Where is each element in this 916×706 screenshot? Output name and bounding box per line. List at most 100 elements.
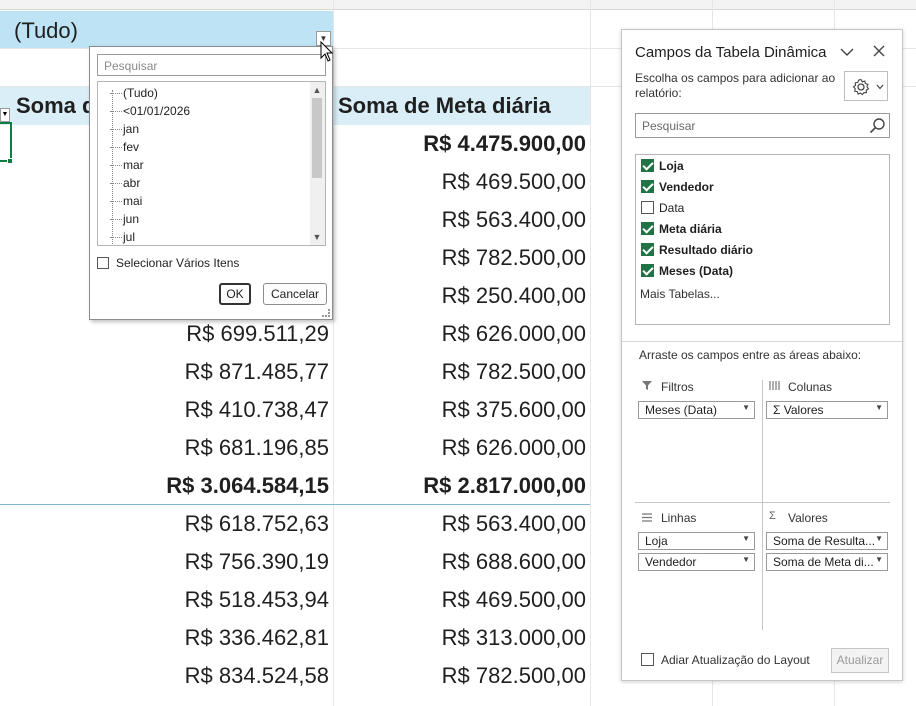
tree-connector [110, 93, 122, 95]
filter-list-item[interactable]: fev [110, 140, 139, 154]
pane-divider [622, 341, 904, 342]
chevron-down-icon: ▼ [742, 534, 750, 543]
meta-cell[interactable]: R$ 626.000,00 [442, 321, 586, 347]
result-cell[interactable]: R$ 618.752,63 [185, 511, 329, 537]
filter-item-label: abr [123, 176, 141, 190]
filter-popup: Pesquisar (Tudo) <01/01/2026 jan fev mar abr m… [89, 46, 333, 320]
meta-cell[interactable]: R$ 563.400,00 [442, 511, 586, 537]
result-cell[interactable]: R$ 336.462,81 [185, 625, 329, 651]
field-checkbox[interactable] [641, 243, 654, 256]
result-cell[interactable]: R$ 410.738,47 [185, 397, 329, 423]
result-cell[interactable]: R$ 3.064.584,15 [166, 473, 329, 499]
scroll-up-icon[interactable]: ▲ [312, 84, 322, 96]
cancel-button[interactable]: Cancelar [263, 283, 327, 305]
meta-cell[interactable]: R$ 250.400,00 [442, 283, 586, 309]
columns-area-title: Colunas [788, 380, 833, 394]
popup-search-input[interactable]: Pesquisar [97, 54, 326, 76]
area-vertical-separator [762, 380, 763, 630]
filter-list-item[interactable]: abr [110, 176, 140, 190]
meta-cell[interactable]: R$ 782.500,00 [442, 359, 586, 385]
result-cell[interactable]: R$ 518.453,94 [185, 587, 329, 613]
meta-cell[interactable]: R$ 2.817.000,00 [423, 473, 586, 499]
filter-list-item[interactable]: mar [110, 158, 144, 172]
selected-cell[interactable] [0, 122, 12, 162]
filter-items-list[interactable]: (Tudo) <01/01/2026 jan fev mar abr mai jun jul ▲… [97, 81, 326, 246]
field-list[interactable]: Loja Vendedor Data Meta diária Resultado diá… [635, 154, 890, 325]
search-icon[interactable] [869, 117, 886, 134]
result-cell[interactable]: R$ 834.524,58 [185, 663, 329, 689]
meta-cell[interactable]: R$ 782.500,00 [442, 245, 586, 271]
filter-item-label: mar [123, 158, 144, 172]
field-checkbox[interactable] [641, 180, 654, 193]
values-area-field-resultado[interactable]: Soma de Resulta... ▼ [766, 532, 888, 550]
field-checkbox[interactable] [641, 264, 654, 277]
filter-list-item[interactable]: <01/01/2026 [110, 104, 190, 118]
header-soma-meta: Soma de Meta diária [338, 93, 551, 118]
filter-icon [642, 381, 652, 390]
ok-button[interactable]: OK [219, 283, 251, 305]
field-label[interactable]: Loja [659, 159, 684, 173]
field-checkbox[interactable] [641, 159, 654, 172]
pivot-header-meta[interactable]: Soma de Meta diária [333, 87, 590, 125]
rows-icon [642, 513, 652, 522]
tree-connector [110, 237, 122, 239]
chevron-down-icon: ▼ [875, 403, 883, 412]
result-cell[interactable]: R$ 871.485,77 [185, 359, 329, 385]
meta-cell[interactable]: R$ 469.500,00 [442, 587, 586, 613]
meta-cell[interactable]: R$ 626.000,00 [442, 435, 586, 461]
field-checkbox[interactable] [641, 201, 654, 214]
defer-update-checkbox[interactable] [641, 653, 654, 666]
resize-grip-icon[interactable] [322, 309, 330, 317]
area-horizontal-separator [635, 502, 890, 503]
meta-cell[interactable]: R$ 469.500,00 [442, 169, 586, 195]
meta-cell[interactable]: R$ 4.475.900,00 [423, 131, 586, 157]
result-cell[interactable]: R$ 681.196,85 [185, 435, 329, 461]
meta-cell[interactable]: R$ 375.600,00 [442, 397, 586, 423]
filter-list-item[interactable]: jan [110, 122, 139, 136]
meta-cell[interactable]: R$ 688.600,00 [442, 549, 586, 575]
rows-area-field-vendedor[interactable]: Vendedor ▼ [638, 553, 755, 571]
chevron-down-icon[interactable] [840, 47, 854, 57]
rows-area-title: Linhas [661, 511, 697, 525]
tree-connector [110, 219, 122, 221]
chevron-down-icon: ▼ [742, 555, 750, 564]
update-button[interactable]: Atualizar [831, 648, 889, 673]
result-cell[interactable]: R$ 756.390,19 [185, 549, 329, 575]
filter-item-label: <01/01/2026 [123, 104, 191, 118]
tree-connector [110, 147, 122, 149]
multi-select-checkbox[interactable] [97, 257, 109, 269]
field-search-input[interactable]: Pesquisar [635, 113, 890, 138]
fill-handle[interactable] [7, 158, 13, 164]
filter-item-label: jul [123, 230, 136, 244]
column-header-strip[interactable] [0, 0, 916, 10]
field-label[interactable]: Meses (Data) [659, 264, 733, 278]
field-label[interactable]: Vendedor [659, 180, 714, 194]
filter-list-item[interactable]: mai [110, 194, 142, 208]
more-tables-link[interactable]: Mais Tabelas... [640, 287, 720, 301]
scrollbar-thumb[interactable] [312, 98, 322, 178]
values-area-field-meta[interactable]: Soma de Meta di... ▼ [766, 553, 888, 571]
row-labels-dropdown[interactable]: ▼ [0, 108, 10, 122]
field-label[interactable]: Meta diária [659, 222, 722, 236]
report-filter-cell[interactable]: (Tudo) [0, 11, 333, 48]
filter-list-item[interactable]: jun [110, 212, 139, 226]
rows-area-field-loja[interactable]: Loja ▼ [638, 532, 755, 550]
filters-area-field[interactable]: Meses (Data) ▼ [638, 401, 755, 419]
filter-list-item[interactable]: (Tudo) [110, 86, 158, 100]
rows-field-label: Vendedor [645, 555, 697, 569]
scroll-down-icon[interactable]: ▼ [312, 231, 322, 243]
columns-area-field[interactable]: Σ Valores ▼ [766, 401, 888, 419]
values-field-label: Soma de Meta di... [773, 555, 874, 569]
field-checkbox[interactable] [641, 222, 654, 235]
filter-list-item[interactable]: jul [110, 230, 135, 244]
filter-item-label: jan [123, 122, 140, 136]
field-label[interactable]: Resultado diário [659, 243, 753, 257]
close-icon[interactable] [873, 45, 885, 57]
field-label[interactable]: Data [659, 201, 684, 215]
meta-cell[interactable]: R$ 313.000,00 [442, 625, 586, 651]
meta-cell[interactable]: R$ 563.400,00 [442, 207, 586, 233]
meta-cell[interactable]: R$ 782.500,00 [442, 663, 586, 689]
popup-scrollbar[interactable]: ▲ ▼ [310, 82, 325, 245]
tools-settings-button[interactable] [844, 71, 888, 101]
result-cell[interactable]: R$ 699.511,29 [186, 321, 329, 347]
